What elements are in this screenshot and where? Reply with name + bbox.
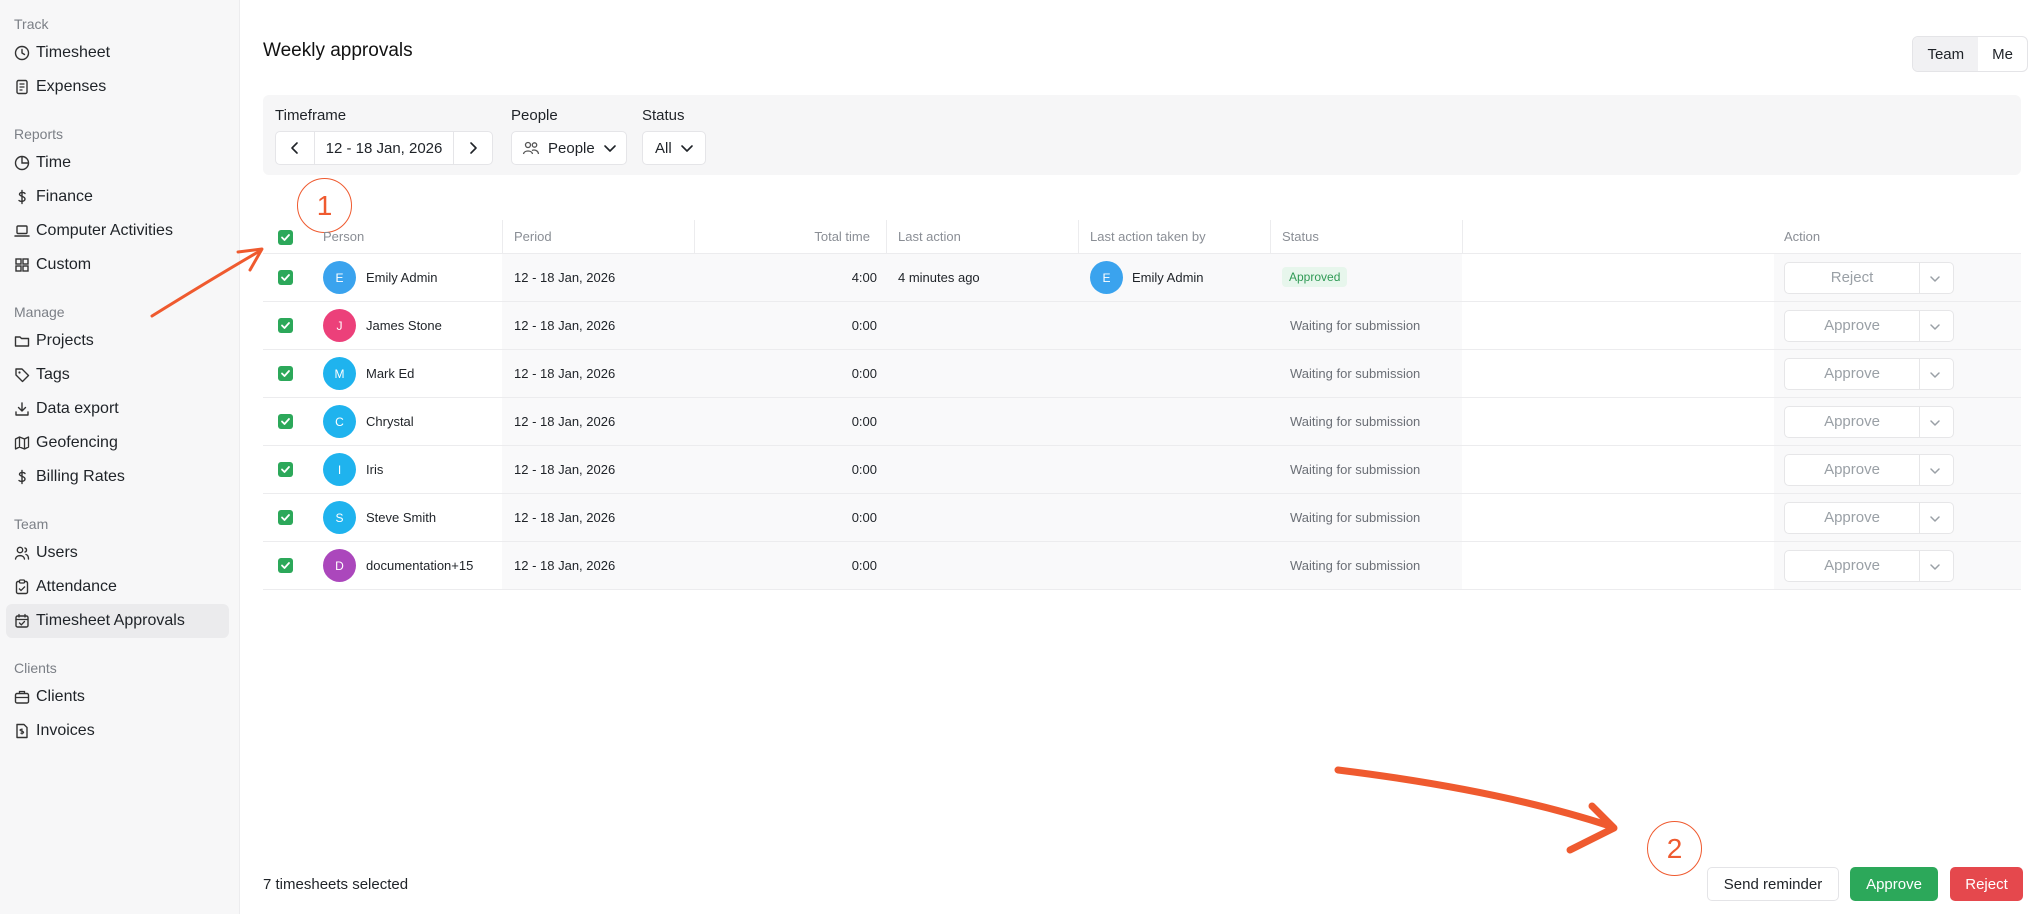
annotation-arrows [150, 247, 1618, 854]
annotation-marker-2-label: 2 [1666, 832, 1683, 864]
annotation-arrow-2 [1334, 766, 1614, 830]
annotation-arrow-1 [150, 250, 260, 318]
main-content: Weekly approvals Team Me Timeframe 12 - … [150, 0, 2040, 914]
selection-count: 7 timesheets selected [263, 876, 409, 893]
approve-button[interactable]: Approve [1850, 867, 1938, 901]
send-reminder-button[interactable]: Send reminder [1707, 867, 1839, 901]
annotation-marker-2: 2 [1647, 821, 1702, 876]
reject-button[interactable]: Reject [1950, 867, 2023, 901]
